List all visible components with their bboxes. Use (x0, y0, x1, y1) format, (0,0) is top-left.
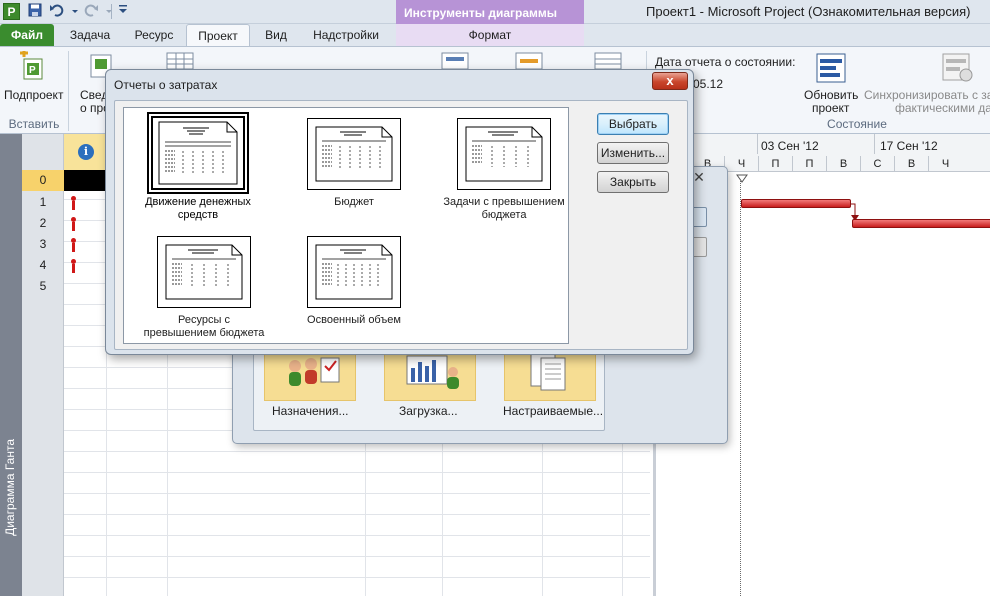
dialog-title: Отчеты о затратах (114, 78, 218, 92)
indicators-column-header[interactable]: i (64, 134, 106, 170)
report-list-panel[interactable]: Движение денежных средств Бюджет Задачи … (123, 107, 569, 344)
project-app-icon[interactable]: P (3, 3, 20, 20)
tab-addins[interactable]: Надстройки (302, 24, 390, 46)
overbudget-resources-report-label[interactable]: Ресурсы с превышением бюджета (134, 314, 274, 340)
view-bar[interactable]: Диаграмма Ганта (0, 134, 22, 596)
tab-task[interactable]: Задача (60, 24, 120, 46)
gantt-tools-contextual-group: Инструменты диаграммы Ганта (396, 0, 584, 46)
timescale-day: В (894, 156, 928, 172)
subproject-icon[interactable]: P (18, 49, 48, 84)
tab-project[interactable]: Проект (186, 24, 250, 46)
undo-icon[interactable] (48, 3, 66, 20)
resource-overallocated-icon[interactable] (70, 238, 77, 252)
title-bar: P Инструменты диаграммы Ганта Проект1 - … (0, 0, 990, 46)
sync-icon[interactable] (940, 51, 974, 88)
ribbon-tabs: Файл Задача Ресурс Проект Вид Надстройки… (0, 24, 990, 46)
earned-value-report-thumbnail[interactable] (307, 236, 401, 308)
timescale-day: Ч (724, 156, 758, 172)
overbudget-resources-report-thumbnail[interactable] (157, 236, 251, 308)
overbudget-tasks-report-label[interactable]: Задачи с превышением бюджета (436, 196, 572, 222)
overbudget-tasks-report-thumbnail[interactable] (457, 118, 551, 190)
row-number[interactable]: 4 (22, 255, 64, 276)
timescale-week-2: 17 Сен '12 (880, 139, 938, 153)
assignments-report-label[interactable]: Назначения... (272, 404, 349, 418)
tab-resource[interactable]: Ресурс (124, 24, 184, 46)
update-project-label-1[interactable]: Обновить (804, 88, 858, 102)
budget-report-thumbnail[interactable] (307, 118, 401, 190)
svg-text:P: P (29, 65, 36, 76)
timescale-day: Ч (928, 156, 962, 172)
update-project-icon[interactable] (814, 51, 848, 88)
close-icon: x (666, 73, 674, 88)
qat-separator (111, 4, 112, 19)
status-date-value[interactable]: 05.12 (693, 77, 723, 91)
task-bar[interactable] (852, 219, 990, 228)
redo-icon[interactable] (82, 3, 100, 20)
sync-label-2[interactable]: фактическими дан (895, 101, 990, 115)
cash-flow-report-label[interactable]: Движение денежных средств (139, 196, 257, 222)
timescale-day: В (826, 156, 860, 172)
timescale-day: П (758, 156, 792, 172)
tab-format[interactable]: Формат (396, 24, 584, 46)
ribbon-separator (68, 51, 69, 131)
timescale-divider (874, 134, 875, 154)
workload-report-label[interactable]: Загрузка... (399, 404, 458, 418)
window-title: Проект1 - Microsoft Project (Ознакомител… (646, 4, 971, 19)
cash-flow-report-thumbnail[interactable] (147, 112, 249, 194)
tab-view[interactable]: Вид (254, 24, 298, 46)
budget-report-label[interactable]: Бюджет (294, 196, 414, 209)
sync-label-1[interactable]: Синхронизировать с зап (864, 88, 990, 102)
timescale-day: П (792, 156, 826, 172)
status-date-label[interactable]: Дата отчета о состоянии: (655, 55, 795, 69)
edit-button[interactable]: Изменить... (597, 142, 669, 164)
row-number[interactable]: 1 (22, 192, 64, 213)
timescale-day: С (860, 156, 894, 172)
resource-overallocated-icon[interactable] (70, 217, 77, 231)
info-icon: i (78, 144, 94, 160)
earned-value-report-label[interactable]: Освоенный объем (294, 314, 414, 327)
report-page-icon (315, 126, 393, 182)
resource-overallocated-icon[interactable] (70, 196, 77, 210)
report-page-icon (315, 244, 393, 300)
row-number[interactable]: 5 (22, 276, 64, 297)
customize-qat-icon[interactable] (114, 3, 132, 20)
row-number[interactable]: 0 (22, 170, 64, 191)
report-page-icon (158, 121, 238, 185)
report-page-icon (165, 244, 243, 300)
custom-reports-label[interactable]: Настраиваемые... (503, 404, 603, 418)
project-start-marker (736, 174, 748, 183)
insert-group-label: Вставить (8, 117, 60, 131)
save-icon[interactable] (26, 3, 44, 20)
view-bar-label: Диаграмма Ганта (3, 439, 17, 536)
cost-reports-dialog: Отчеты о затратах x Движение денежных сре… (105, 69, 694, 355)
report-page-icon (465, 126, 543, 182)
timescale-week-1: 03 Сен '12 (761, 139, 819, 153)
close-dialog-button[interactable]: Закрыть (597, 171, 669, 193)
row-number[interactable]: 2 (22, 213, 64, 234)
row-number[interactable]: 3 (22, 234, 64, 255)
subproject-label[interactable]: Подпроект (4, 88, 63, 102)
status-group-label: Состояние (827, 117, 887, 131)
update-project-label-2[interactable]: проект (812, 101, 849, 115)
resource-overallocated-icon[interactable] (70, 259, 77, 273)
task-bar[interactable] (741, 199, 851, 208)
select-button[interactable]: Выбрать (597, 113, 669, 135)
timescale-divider (757, 134, 758, 154)
close-button[interactable]: x (652, 72, 688, 90)
project-start-line (740, 178, 741, 596)
tab-file[interactable]: Файл (0, 24, 54, 46)
